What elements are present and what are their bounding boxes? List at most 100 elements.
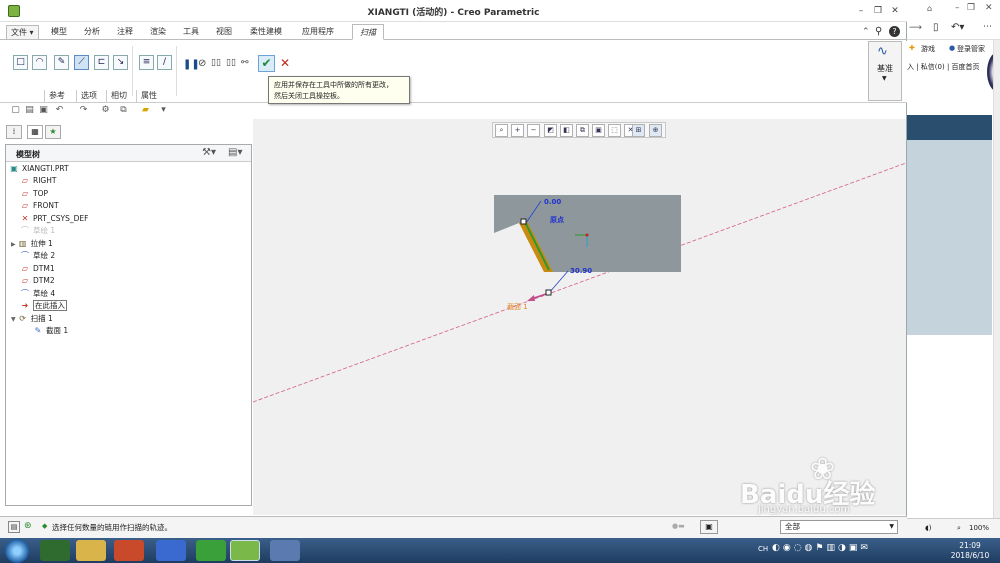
perspective-icon[interactable]: ⬚: [608, 124, 621, 137]
dim-start-value[interactable]: 0.00: [544, 198, 561, 206]
tree-node-front[interactable]: ▱ FRONT: [20, 200, 59, 212]
windows-icon[interactable]: ⧉: [118, 105, 129, 116]
tab-model[interactable]: 模型: [51, 26, 67, 37]
preview-icon[interactable]: ▯▯: [211, 58, 221, 68]
close-icon[interactable]: ✕: [889, 6, 901, 16]
thicken-icon[interactable]: ⊏: [94, 55, 109, 70]
redo-icon[interactable]: ↷: [78, 105, 89, 116]
selection-filter-icon[interactable]: ▣: [700, 520, 718, 534]
repaint-icon[interactable]: ◩: [544, 124, 557, 137]
zoom-in-icon[interactable]: +: [511, 124, 524, 137]
speaker-icon[interactable]: ◖): [925, 524, 931, 532]
taskbar-app-creo-active[interactable]: [230, 540, 260, 561]
save-icon[interactable]: ▣: [38, 105, 49, 116]
tree-node-sketch-1[interactable]: ⌒ 草绘 1: [20, 225, 55, 237]
tab-analysis[interactable]: 分析: [84, 26, 100, 37]
surface-sweep-icon[interactable]: ◠: [32, 55, 47, 70]
tree-node-section-1[interactable]: ✎ 截面 1: [33, 325, 69, 337]
login-link[interactable]: 登录管家: [957, 44, 985, 54]
zoom-level[interactable]: 100%: [969, 524, 989, 532]
tree-node-sketch-4[interactable]: ⌒ 草绘 4: [20, 288, 55, 300]
more-icon[interactable]: ⋯: [983, 22, 992, 32]
scrollbar[interactable]: [993, 40, 1000, 518]
customize-qat-icon[interactable]: ▾: [158, 105, 169, 116]
undo-icon[interactable]: ↶: [54, 105, 65, 116]
taskbar-app-browser[interactable]: [196, 540, 226, 561]
tree-columns-icon[interactable]: ▤▾: [228, 147, 242, 158]
model-tree-tab-icon[interactable]: ⁞: [6, 125, 22, 139]
tray-icons[interactable]: ◐◉◌◍⚑▥◑▣✉: [772, 543, 871, 553]
games-link[interactable]: 游戏: [921, 44, 935, 54]
ribbon-collapse-icon[interactable]: ⌃: [862, 27, 870, 37]
taskbar-app-creo[interactable]: [40, 540, 70, 561]
taskbar-app-baidu[interactable]: [156, 540, 186, 561]
tree-node-dtm1[interactable]: ▱ DTM1: [20, 263, 55, 275]
tree-node-csys[interactable]: ✕ PRT_CSYS_DEF: [20, 213, 89, 225]
tree-node-dtm2[interactable]: ▱ DTM2: [20, 275, 55, 287]
tab-tools[interactable]: 工具: [183, 26, 199, 37]
folder-browser-tab-icon[interactable]: ▦: [27, 125, 43, 139]
tab-applications[interactable]: 应用程序: [302, 26, 334, 37]
navigator-toggle-icon[interactable]: ▤: [8, 521, 20, 533]
tree-node-sketch-2[interactable]: ⌒ 草绘 2: [20, 250, 55, 262]
apply-checkmark-icon[interactable]: ✔: [258, 55, 275, 72]
taskbar-app-explorer[interactable]: [76, 540, 106, 561]
restore-icon[interactable]: ❐: [967, 3, 975, 13]
display-style-icon[interactable]: ◧: [560, 124, 573, 137]
new-file-icon[interactable]: ▢: [10, 105, 21, 116]
subtab-tangency[interactable]: 相切: [106, 90, 131, 102]
flip-icon[interactable]: ↘: [113, 55, 128, 70]
cancel-x-icon[interactable]: ✕: [280, 56, 290, 70]
start-point-handle[interactable]: [520, 218, 527, 225]
phone-icon[interactable]: ▯: [933, 22, 939, 33]
tree-node-part[interactable]: ▣ XIANGTI.PRT: [9, 163, 68, 175]
solid-sweep-icon[interactable]: □: [13, 55, 28, 70]
folder-icon[interactable]: ▰: [140, 105, 151, 116]
arrow-right-icon[interactable]: ⟶: [909, 23, 922, 33]
subtab-properties[interactable]: 属性: [136, 90, 161, 102]
tree-node-top[interactable]: ▱ TOP: [20, 188, 48, 200]
browser-toggle-icon[interactable]: ⊛: [24, 521, 32, 531]
tree-node-sweep-1[interactable]: ▼ ⟳ 扫描 1: [11, 313, 53, 325]
header-links-text[interactable]: 入 | 私信(0) | 百度首页: [907, 62, 980, 72]
tree-settings-icon[interactable]: ⚒▾: [202, 147, 216, 158]
taskbar-app-paint[interactable]: [270, 540, 300, 561]
minimize-icon[interactable]: –: [955, 3, 960, 13]
datum-group[interactable]: ∿ 基准 ▼: [868, 41, 902, 101]
tab-annotate[interactable]: 注释: [117, 26, 133, 37]
expand-arrow-icon[interactable]: ▶: [11, 241, 16, 248]
zoom-out-icon[interactable]: −: [527, 124, 540, 137]
sketch-section-icon[interactable]: ✎: [54, 55, 69, 70]
tree-node-insert-here[interactable]: ➜ 在此插入: [20, 300, 67, 312]
tab-sweep[interactable]: 扫描: [352, 24, 384, 40]
refit-icon[interactable]: ⌕: [495, 124, 508, 137]
dim-end-value[interactable]: 30.90: [570, 267, 592, 275]
favorites-tab-icon[interactable]: ★: [45, 125, 61, 139]
tab-view[interactable]: 视图: [216, 26, 232, 37]
clock[interactable]: 21:09 2018/6/10: [944, 541, 996, 561]
saved-views-icon[interactable]: ⧉: [576, 124, 589, 137]
tab-flexible-modeling[interactable]: 柔性建模: [250, 26, 282, 37]
end-point-handle[interactable]: [545, 289, 552, 296]
verify-icon[interactable]: ▯▯: [226, 58, 236, 68]
tree-node-right[interactable]: ▱ RIGHT: [20, 175, 57, 187]
taskbar-app-media[interactable]: [114, 540, 144, 561]
subtab-references[interactable]: 参考: [44, 90, 69, 102]
glasses-icon[interactable]: ⚯: [241, 58, 249, 68]
subtab-options[interactable]: 选项: [76, 90, 101, 102]
constant-section-icon[interactable]: ≡: [139, 55, 154, 70]
tree-node-extrude-1[interactable]: ▶ ▥ 拉伸 1: [11, 238, 53, 250]
tab-file[interactable]: 文件 ▾: [6, 25, 39, 40]
spin-center-icon[interactable]: ⊕: [649, 124, 662, 137]
start-button[interactable]: [5, 539, 29, 563]
annotation-display-icon[interactable]: ⊞: [632, 124, 645, 137]
help-icon[interactable]: ?: [889, 26, 900, 37]
view-manager-icon[interactable]: ▣: [592, 124, 605, 137]
minimize-icon[interactable]: –: [855, 6, 867, 16]
close-icon[interactable]: ✕: [985, 3, 993, 13]
filter-dropdown[interactable]: 全部 ▼: [780, 520, 898, 534]
collapse-arrow-icon[interactable]: ▼: [11, 316, 16, 323]
variable-section-icon[interactable]: ∕: [157, 55, 172, 70]
undo-icon[interactable]: ↶▾: [951, 22, 964, 33]
language-indicator[interactable]: CH: [758, 545, 768, 553]
